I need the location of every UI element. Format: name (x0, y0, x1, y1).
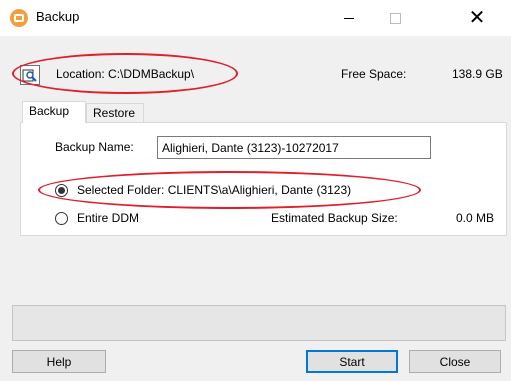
entire-ddm-label[interactable]: Entire DDM (77, 211, 139, 225)
close-icon: ✕ (468, 7, 486, 29)
tab-restore[interactable]: Restore (86, 103, 144, 123)
entire-ddm-radio[interactable] (55, 212, 68, 225)
window-title: Backup (36, 9, 80, 24)
backup-app-icon (10, 9, 28, 27)
free-space-label: Free Space: (341, 67, 407, 81)
selected-folder-highlight-annotation (38, 171, 421, 209)
minimize-icon (344, 17, 354, 19)
maximize-button[interactable] (372, 0, 418, 36)
location-highlight-annotation (12, 53, 238, 94)
tab-backup[interactable]: Backup (22, 101, 86, 123)
estimated-size-label: Estimated Backup Size: (271, 211, 398, 225)
backup-name-label: Backup Name: (55, 140, 134, 154)
progress-status-area (12, 305, 506, 341)
close-button[interactable]: Close (409, 350, 501, 373)
backup-name-input[interactable] (157, 136, 431, 159)
help-button[interactable]: Help (12, 350, 106, 373)
estimated-size-value: 0.0 MB (456, 211, 495, 225)
minimize-button[interactable] (326, 0, 372, 36)
free-space-value: 138.9 GB (452, 67, 503, 81)
maximize-icon (389, 12, 401, 24)
title-bar: Backup ✕ (0, 0, 511, 36)
close-window-button[interactable]: ✕ (454, 0, 500, 36)
start-button[interactable]: Start (306, 350, 398, 373)
